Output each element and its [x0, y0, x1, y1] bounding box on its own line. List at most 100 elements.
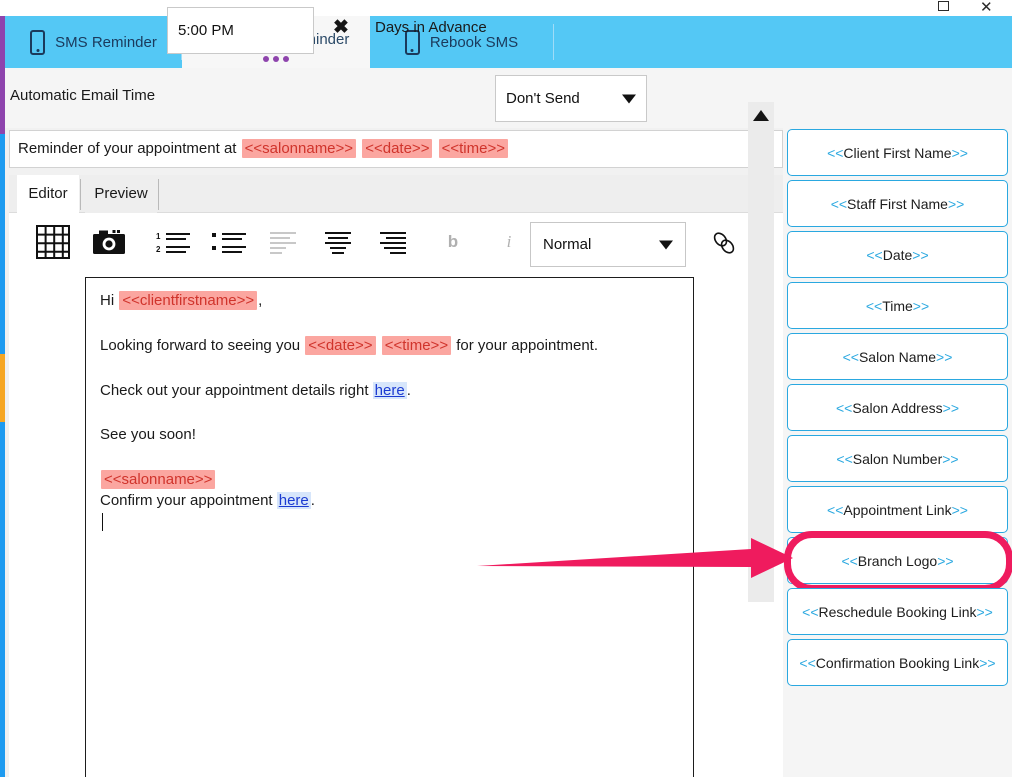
- confirm-prefix: Confirm your appointment: [100, 491, 277, 509]
- body-line-lookingforward: Looking forward to seeing you <<date>> <…: [100, 335, 679, 356]
- unordered-list-button[interactable]: [207, 214, 251, 269]
- align-left-button[interactable]: [262, 214, 306, 269]
- body-token-date: <<date>>: [305, 335, 376, 355]
- token-button-branch-logo[interactable]: << Branch Logo >>: [784, 531, 1012, 592]
- email-body-content[interactable]: Hi <<clientfirstname>>, Looking forward …: [85, 277, 694, 777]
- bullet-list-icon: [212, 230, 246, 254]
- close-icon[interactable]: ✕: [980, 0, 993, 16]
- body-token-time: <<time>>: [381, 335, 452, 355]
- tab-sms-reminder-label: SMS Reminder: [55, 33, 157, 51]
- insert-link-button[interactable]: [699, 214, 747, 269]
- editor-body-area: Hi <<clientfirstname>>, Looking forward …: [9, 270, 783, 777]
- svg-text:1: 1: [156, 232, 161, 241]
- align-right-button[interactable]: [372, 214, 416, 269]
- token-button-salon-name[interactable]: << Salon Name >>: [787, 333, 1008, 380]
- text-style-value: Normal: [543, 236, 592, 253]
- tab-preview[interactable]: Preview: [85, 175, 157, 213]
- subject-token-time: <<time>>: [438, 139, 509, 158]
- token-open-bracket: <<: [799, 654, 816, 671]
- tab-divider: [553, 24, 554, 60]
- body-line-seeyousoon: See you soon!: [100, 426, 196, 444]
- token-open-bracket: <<: [841, 552, 858, 569]
- strip-segment-blue-bottom: [0, 422, 5, 777]
- left-color-strip: [0, 16, 5, 777]
- token-open-bracket: <<: [866, 246, 883, 263]
- token-open-bracket: <<: [865, 297, 883, 314]
- token-button-label: Client First Name: [843, 144, 952, 161]
- tab-editor[interactable]: Editor: [17, 175, 79, 213]
- token-close-bracket: >>: [947, 195, 965, 212]
- editor-scrollbar[interactable]: [748, 102, 774, 602]
- token-button-confirmation-booking-link[interactable]: << Confirmation Booking Link >>: [787, 639, 1008, 686]
- token-open-bracket: <<: [830, 195, 848, 212]
- greeting-prefix: Hi: [100, 292, 119, 309]
- token-button-date[interactable]: << Date >>: [787, 231, 1008, 278]
- token-button-salon-number[interactable]: << Salon Number >>: [787, 435, 1008, 482]
- lookingforward-suffix: for your appointment.: [452, 336, 599, 354]
- maximize-icon[interactable]: [938, 1, 949, 11]
- token-button-appointment-link[interactable]: << Appointment Link >>: [787, 486, 1008, 533]
- ordered-list-button[interactable]: 1 2: [151, 214, 195, 269]
- token-close-bracket: >>: [942, 450, 959, 467]
- text-cursor: [102, 512, 103, 531]
- scroll-up-arrow-icon[interactable]: [753, 110, 769, 121]
- days-in-advance-select[interactable]: Don't Send: [495, 75, 647, 122]
- token-close-bracket: >>: [976, 603, 993, 620]
- token-button-staff-first-name[interactable]: << Staff First Name >>: [787, 180, 1008, 227]
- automatic-email-time-input[interactable]: 5:00 PM: [167, 7, 314, 54]
- token-open-bracket: <<: [827, 144, 844, 161]
- svg-text:2: 2: [156, 245, 161, 254]
- token-button-client-first-name[interactable]: << Client First Name >>: [787, 129, 1008, 176]
- link-icon: [710, 229, 736, 255]
- greeting-suffix: ,: [258, 292, 263, 309]
- token-close-bracket: >>: [937, 552, 954, 569]
- automatic-email-time-label: Automatic Email Time: [10, 87, 156, 104]
- token-button-label: Confirmation Booking Link: [815, 654, 980, 671]
- token-button-label: Salon Address: [852, 399, 943, 416]
- strip-segment-blue-top: [0, 134, 5, 354]
- token-button-label: Appointment Link: [843, 501, 952, 518]
- token-button-reschedule-booking-link[interactable]: << Reschedule Booking Link >>: [787, 588, 1008, 635]
- italic-icon: i: [506, 231, 512, 251]
- body-line-salonname: <<salonname>>: [100, 470, 679, 490]
- window-title-bar: ✕: [0, 0, 1012, 16]
- insert-image-button[interactable]: [87, 214, 131, 269]
- tab-active-indicator-dots: [263, 55, 289, 62]
- token-close-bracket: >>: [912, 246, 929, 263]
- align-center-button[interactable]: [317, 214, 361, 269]
- token-button-label: Salon Name: [858, 348, 937, 365]
- token-close-bracket: >>: [936, 348, 953, 365]
- text-style-select[interactable]: Normal: [530, 222, 686, 267]
- days-in-advance-label: Days in Advance: [375, 19, 487, 36]
- bold-icon: b: [447, 231, 459, 251]
- checkout-suffix: .: [406, 381, 411, 399]
- editor-tab-divider: [80, 179, 81, 210]
- token-open-bracket: <<: [836, 450, 853, 467]
- email-subject-input[interactable]: Reminder of your appointment at <<salonn…: [9, 130, 783, 168]
- camera-icon: [93, 229, 125, 255]
- body-link-here-confirm[interactable]: here: [276, 491, 311, 509]
- token-button-label: Date: [882, 246, 913, 263]
- strip-segment-orange: [0, 354, 5, 422]
- body-token-salonname: <<salonname>>: [101, 470, 216, 489]
- insert-table-button[interactable]: [31, 214, 75, 269]
- token-button-salon-address[interactable]: << Salon Address >>: [787, 384, 1008, 431]
- confirm-suffix: .: [310, 491, 315, 509]
- token-button-label: Time: [882, 297, 913, 314]
- clear-time-button[interactable]: ✖: [333, 18, 349, 38]
- reminder-tab-bar: SMS Reminder Email Reminder Rebook SMS: [5, 16, 1012, 68]
- token-close-bracket: >>: [912, 297, 930, 314]
- subject-token-salonname: <<salonname>>: [241, 139, 357, 158]
- token-button-time[interactable]: << Time >>: [787, 282, 1008, 329]
- token-open-bracket: <<: [827, 501, 844, 518]
- editor-preview-tabs: Editor Preview: [9, 175, 783, 213]
- bold-button[interactable]: b: [432, 214, 474, 269]
- align-right-icon: [380, 231, 408, 254]
- subject-prefix: Reminder of your appointment at: [18, 140, 237, 157]
- token-close-bracket: >>: [979, 654, 996, 671]
- subject-token-date: <<date>>: [362, 139, 433, 158]
- tab-sms-reminder[interactable]: SMS Reminder: [5, 16, 182, 68]
- application-window: ✕ SMS Reminder Email Reminder Rebook SMS: [0, 0, 1012, 777]
- italic-button[interactable]: i: [488, 214, 530, 269]
- body-link-here-details[interactable]: here: [372, 381, 407, 399]
